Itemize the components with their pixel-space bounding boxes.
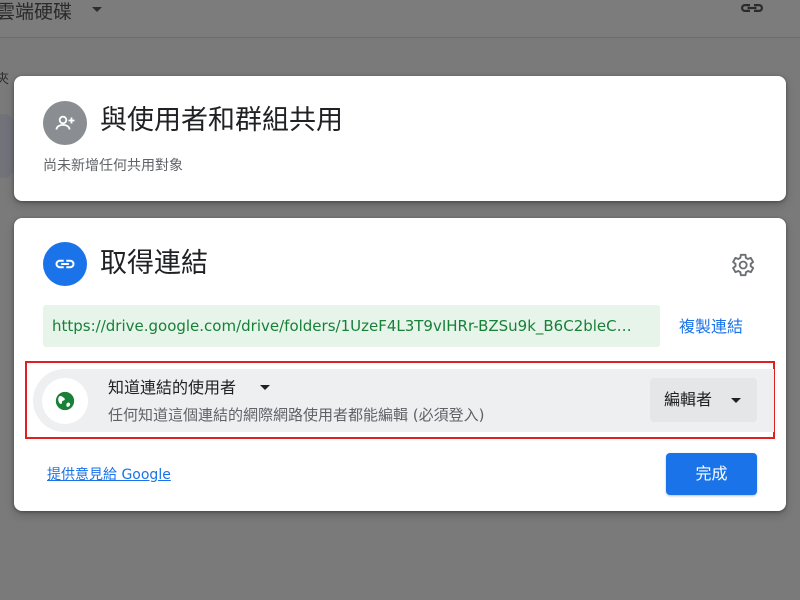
link-access-description: 任何知道這個連結的網際網路使用者都能編輯 (必須登入) (108, 406, 485, 424)
app-header: 雲端硬碟 (0, 0, 800, 38)
done-button[interactable]: 完成 (666, 453, 757, 495)
share-card-subtitle: 尚未新增任何共用對象 (43, 158, 183, 174)
link-icon (43, 242, 87, 286)
share-with-people-card[interactable]: 與使用者和群組共用 尚未新增任何共用對象 (14, 76, 786, 201)
gear-icon[interactable] (728, 251, 756, 279)
role-select-label: 編輯者 (664, 390, 713, 409)
sidebar-selected-item (0, 114, 14, 178)
get-link-card: 取得連結 https://drive.google.com/drive/fold… (14, 218, 786, 511)
header-link-icon[interactable] (738, 0, 766, 16)
role-select[interactable]: 編輯者 (650, 378, 757, 422)
link-access-caret-icon[interactable] (260, 385, 270, 390)
feedback-link[interactable]: 提供意見給 Google (47, 466, 171, 484)
globe-icon (42, 378, 88, 424)
share-url-field[interactable]: https://drive.google.com/drive/folders/1… (43, 305, 660, 347)
app-title-caret-icon[interactable] (92, 7, 102, 12)
role-caret-icon (731, 398, 741, 403)
add-person-icon (43, 101, 87, 145)
app-title[interactable]: 雲端硬碟 (0, 0, 72, 24)
sidebar-text: 夾 (0, 72, 10, 87)
copy-link-button[interactable]: 複製連結 (679, 316, 743, 338)
get-link-title: 取得連結 (100, 248, 208, 279)
link-access-dropdown[interactable]: 知道連結的使用者 (108, 377, 236, 399)
share-card-title: 與使用者和群組共用 (100, 105, 343, 136)
